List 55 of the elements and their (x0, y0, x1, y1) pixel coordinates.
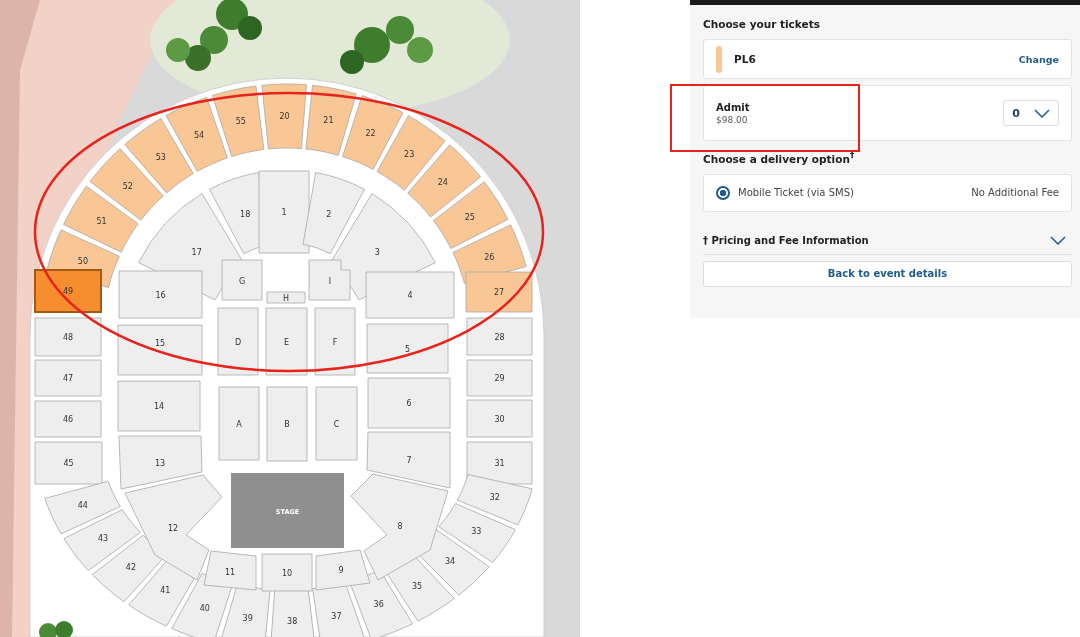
seating-section[interactable]: C (315, 386, 358, 461)
seating-section[interactable]: 20 (261, 83, 307, 150)
seating-section[interactable]: 21 (305, 84, 357, 156)
seating-section[interactable]: 29 (466, 359, 533, 397)
seating-section[interactable]: D (217, 307, 259, 376)
chevron-icon (1034, 108, 1050, 118)
seating-section[interactable]: 7 (366, 431, 451, 489)
seating-section[interactable]: 6 (367, 377, 451, 429)
seating-section[interactable]: 32 (457, 474, 533, 526)
seating-section[interactable]: 11 (203, 550, 257, 591)
seating-section[interactable]: 39 (219, 584, 271, 637)
seating-section[interactable]: F (314, 307, 356, 376)
quantity-select[interactable]: 0 (1003, 100, 1059, 126)
seating-section[interactable]: 31 (466, 441, 533, 485)
seating-section[interactable]: 30 (466, 399, 533, 438)
seating-section[interactable]: 2 (302, 172, 365, 255)
seating-section[interactable]: 27 (465, 271, 533, 313)
section-heading: Choose your tickets (703, 18, 821, 30)
back-button[interactable]: Back to event details (703, 260, 1072, 287)
ticket-type-name: Admit (716, 101, 751, 113)
seating-section[interactable]: G (221, 259, 263, 301)
seating-section[interactable]: 15 (117, 324, 203, 376)
seating-section[interactable]: 47 (34, 359, 102, 397)
ticket-price: $98.00 (716, 114, 749, 125)
price-level-name: PL6 (734, 53, 757, 65)
seating-section[interactable]: 28 (466, 317, 533, 356)
seating-section[interactable]: 22 (342, 95, 404, 170)
seating-section[interactable]: H (266, 291, 306, 304)
delivery-option[interactable]: Mobile Ticket (via SMS) No Additional Fee (703, 173, 1072, 212)
tree-drawing (39, 621, 73, 637)
seating-section[interactable]: 46 (34, 400, 102, 438)
change-link[interactable]: Change (1018, 53, 1059, 65)
seating-section[interactable]: A (218, 386, 260, 461)
seating-section[interactable]: 44 (44, 480, 121, 535)
seating-section[interactable]: 9 (315, 549, 371, 591)
radio-button[interactable] (716, 185, 730, 200)
seating-section[interactable]: B (266, 386, 308, 462)
seating-section[interactable]: 54 (165, 97, 228, 172)
fee-label: No Additional Fee (971, 187, 1059, 198)
seating-section[interactable]: 10 (261, 553, 313, 592)
seating-section[interactable]: 5 (366, 323, 449, 374)
pricing-info-toggle[interactable]: † Pricing and Fee Information (703, 227, 1072, 255)
seating-section[interactable]: 49 (34, 269, 102, 313)
seating-section[interactable]: 16 (118, 270, 203, 319)
seating-section[interactable]: 4 (365, 271, 455, 319)
seating-section[interactable]: 14 (117, 380, 201, 432)
seating-section[interactable]: 13 (118, 435, 203, 490)
seating-section[interactable]: E (265, 307, 308, 376)
seating-section[interactable]: 36 (349, 569, 413, 637)
seating-section[interactable]: 1 (258, 170, 310, 254)
seating-section[interactable]: 55 (212, 85, 265, 157)
seating-section[interactable]: 45 (34, 441, 103, 485)
seating-section[interactable]: I (308, 259, 351, 301)
seating-section[interactable]: 48 (34, 317, 102, 357)
option-label: Mobile Ticket (via SMS) (738, 187, 855, 198)
